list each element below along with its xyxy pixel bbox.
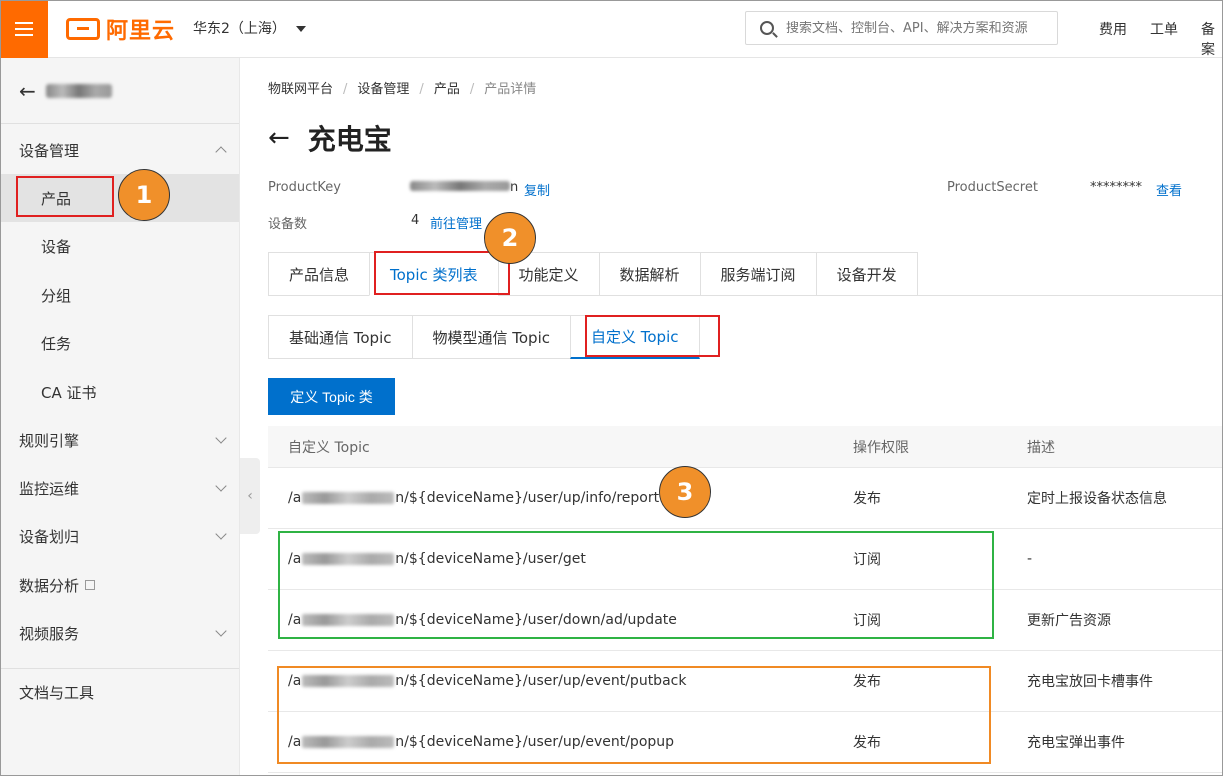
sidebar-group-label: 文档与工具: [19, 684, 95, 702]
sidebar-group-label: 设备划归: [19, 527, 80, 546]
tab-data-parsing[interactable]: 数据解析: [598, 252, 700, 296]
product-key-suffix: n: [510, 180, 519, 195]
chevron-down-icon: [215, 432, 227, 444]
highlight-topic-tab: [374, 251, 510, 295]
page-title: ← 充电宝: [268, 118, 392, 158]
product-key-value: n: [410, 180, 518, 195]
top-bar: 阿里云 华东2（上海） 费用 工单 备案: [0, 0, 1223, 58]
search-input[interactable]: [786, 20, 1046, 36]
topic-cell: /a n/${deviceName}/user/up/info/report: [268, 490, 853, 506]
search-box[interactable]: [745, 11, 1058, 45]
chevron-down-icon: [215, 480, 227, 492]
top-link-billing[interactable]: 费用: [1099, 19, 1127, 39]
top-link-icp[interactable]: 备案: [1201, 19, 1223, 59]
copy-link[interactable]: 复制: [524, 180, 550, 199]
chevron-left-icon: ‹: [247, 488, 253, 504]
sidebar-item-label: 任务: [41, 334, 72, 353]
back-arrow-icon[interactable]: ←: [268, 123, 290, 153]
sidebar-back[interactable]: ←: [1, 58, 239, 124]
column-header-description: 描述: [1027, 439, 1055, 456]
description-cell: 更新广告资源: [1027, 613, 1111, 629]
sidebar-group-device-management[interactable]: 设备管理: [1, 126, 239, 174]
highlight-subscribe-topics: [278, 531, 994, 639]
sidebar-item-device[interactable]: 设备: [1, 222, 239, 270]
subtab-tsl-topic[interactable]: 物模型通信 Topic: [411, 315, 570, 359]
device-count-label: 设备数: [268, 217, 308, 232]
table-header: 自定义 Topic 操作权限 描述: [268, 426, 1223, 468]
breadcrumb: 物联网平台 / 设备管理 / 产品 / 产品详情: [268, 82, 537, 97]
sidebar-group-data-analysis[interactable]: 数据分析: [1, 561, 239, 609]
sidebar-group-label: 规则引擎: [19, 431, 80, 450]
sidebar-group-label: 设备管理: [19, 141, 80, 160]
highlight-event-topics: [277, 666, 991, 764]
breadcrumb-item[interactable]: 设备管理: [357, 82, 409, 97]
logo-text: 阿里云: [106, 19, 176, 44]
column-header-permission: 操作权限: [853, 439, 909, 456]
tab-product-info[interactable]: 产品信息: [268, 252, 370, 296]
sidebar-group-label: 数据分析: [19, 576, 80, 595]
step-badge-1: 1: [118, 169, 170, 221]
aliyun-logo[interactable]: 阿里云: [66, 14, 175, 44]
sidebar: ← 设备管理 产品 设备 分组 任务 CA 证书 规则引擎 监控运维 设备划归 …: [0, 58, 240, 776]
sidebar-collapse-handle[interactable]: ‹: [240, 458, 260, 534]
sidebar-group-video[interactable]: 视频服务: [1, 609, 239, 657]
sidebar-group-device-assignment[interactable]: 设备划归: [1, 512, 239, 560]
breadcrumb-current: 产品详情: [484, 82, 537, 97]
topic-prefix: /a: [288, 490, 302, 506]
subtab-basic-topic[interactable]: 基础通信 Topic: [268, 315, 412, 359]
device-count-value: 4: [411, 213, 420, 228]
description-cell: 定时上报设备状态信息: [1027, 491, 1167, 507]
sidebar-group-monitoring[interactable]: 监控运维: [1, 464, 239, 512]
product-key-redacted: [410, 181, 510, 191]
arrow-left-icon: ←: [19, 78, 36, 103]
region-label: 华东2（上海）: [193, 21, 286, 37]
column-header-topic: 自定义 Topic: [288, 439, 370, 456]
define-topic-class-button[interactable]: 定义 Topic 类: [268, 378, 395, 415]
region-selector[interactable]: 华东2（上海）: [193, 18, 306, 38]
sidebar-item-group[interactable]: 分组: [1, 271, 239, 319]
tab-server-subscription[interactable]: 服务端订阅: [699, 252, 816, 296]
product-secret-value: ********: [1090, 180, 1142, 195]
external-link-icon: [85, 580, 96, 590]
topic-path: n/${deviceName}/user/up/info/report: [395, 490, 660, 506]
product-secret-label: ProductSecret: [947, 180, 1038, 195]
manage-devices-link[interactable]: 前往管理: [430, 213, 482, 232]
menu-icon[interactable]: [0, 0, 48, 58]
chevron-down-icon: [215, 625, 227, 637]
search-icon: [760, 21, 774, 35]
breadcrumb-item[interactable]: 产品: [434, 82, 460, 97]
sidebar-item-task[interactable]: 任务: [1, 319, 239, 367]
sidebar-group-docs-tools[interactable]: 文档与工具: [1, 668, 239, 716]
sidebar-group-rule-engine[interactable]: 规则引擎: [1, 416, 239, 464]
logo-mark-icon: [66, 18, 100, 40]
sidebar-group-label: 监控运维: [19, 479, 80, 498]
description-cell: -: [1027, 551, 1033, 567]
chevron-down-icon: [215, 528, 227, 540]
description-cell: 充电宝弹出事件: [1027, 735, 1125, 751]
highlight-product-nav: [16, 176, 114, 217]
step-badge-3: 3: [659, 466, 711, 518]
sidebar-item-label: CA 证书: [41, 383, 97, 402]
highlight-custom-topic-subtab: [585, 315, 720, 357]
instance-name-redacted: [45, 83, 112, 98]
chevron-up-icon: [215, 146, 227, 158]
sidebar-item-label: 分组: [41, 286, 72, 305]
tab-device-development[interactable]: 设备开发: [815, 252, 918, 296]
step-badge-2: 2: [484, 212, 536, 264]
table-row: /a n/${deviceName}/user/up/info/report 发布…: [268, 468, 1223, 529]
sidebar-group-label: 视频服务: [19, 624, 80, 643]
permission-cell: 发布: [853, 491, 881, 507]
sidebar-item-ca-cert[interactable]: CA 证书: [1, 368, 239, 416]
description-cell: 充电宝放回卡槽事件: [1027, 674, 1153, 690]
product-key-redacted: [302, 492, 395, 504]
product-key-label: ProductKey: [268, 180, 341, 195]
view-secret-link[interactable]: 查看: [1156, 180, 1182, 199]
sidebar-item-label: 设备: [41, 237, 72, 256]
top-link-ticket[interactable]: 工单: [1150, 19, 1178, 39]
page-title-text: 充电宝: [307, 123, 392, 156]
breadcrumb-item[interactable]: 物联网平台: [268, 82, 333, 97]
caret-down-icon: [295, 26, 306, 32]
